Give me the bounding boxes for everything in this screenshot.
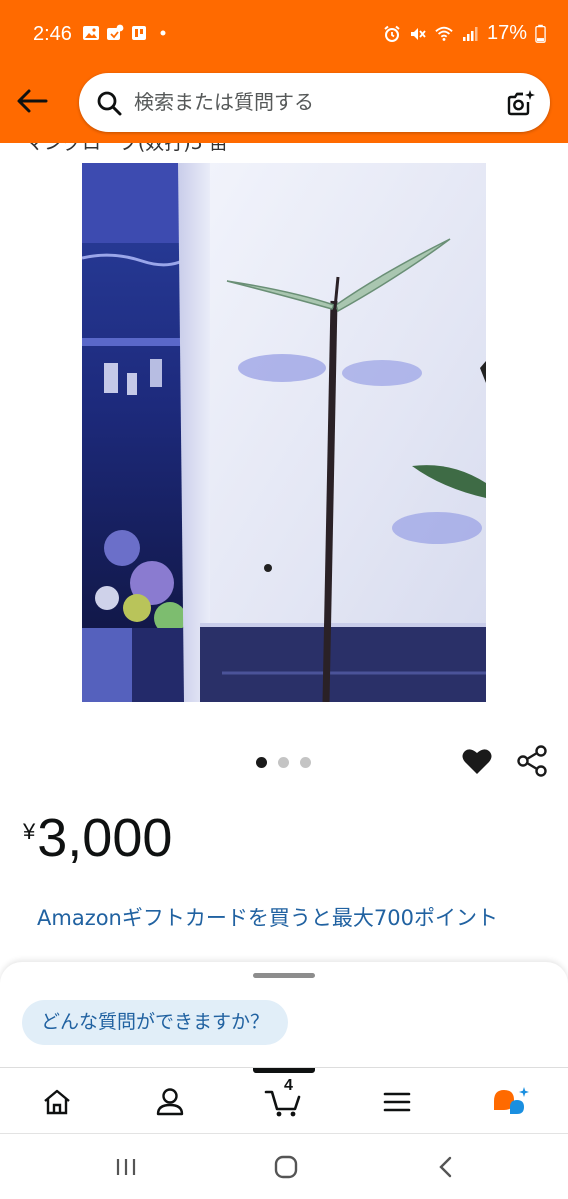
search-bar[interactable] — [79, 73, 550, 132]
carousel-dot[interactable] — [278, 757, 289, 768]
nav-account[interactable] — [113, 1068, 226, 1135]
wifi-icon — [435, 26, 453, 41]
notification-dot-icon — [160, 30, 166, 36]
status-notification-icons — [82, 24, 172, 42]
account-icon — [156, 1087, 183, 1115]
search-input[interactable] — [134, 87, 484, 117]
carousel-dot[interactable] — [300, 757, 311, 768]
status-system-icons: 17% — [383, 22, 546, 45]
gallery-icon — [83, 26, 99, 40]
system-navigation-bar — [0, 1134, 568, 1199]
rufus-icon — [493, 1086, 529, 1114]
carousel-dot[interactable] — [256, 757, 267, 768]
home-icon — [43, 1089, 70, 1114]
menu-icon — [383, 1092, 410, 1111]
nav-home[interactable] — [0, 1068, 113, 1135]
app-icon — [107, 24, 124, 40]
gift-card-promo-link[interactable]: Amazonギフトカードを買うと最大700ポイント — [37, 903, 537, 934]
sheet-drag-handle[interactable] — [253, 973, 315, 978]
status-time: 2:46 — [33, 23, 72, 45]
mute-icon — [410, 27, 426, 40]
nav-rufus[interactable] — [454, 1068, 567, 1135]
app-header: 2:46 17% — [0, 0, 568, 143]
store-icon — [132, 26, 146, 40]
price: ¥ 3,000 — [23, 807, 172, 869]
back-button-icon[interactable] — [436, 1152, 456, 1182]
cart-count-badge: 4 — [284, 1077, 293, 1094]
product-image[interactable] — [82, 163, 486, 702]
battery-percentage: 17% — [486, 22, 527, 44]
signal-icon — [462, 26, 478, 41]
home-button-icon[interactable] — [273, 1152, 299, 1182]
rufus-suggestion-chip[interactable]: どんな質問ができますか？ — [22, 1000, 289, 1045]
rufus-bottom-sheet[interactable]: どんな質問ができますか？ — [0, 962, 568, 1070]
search-icon — [97, 91, 122, 116]
recent-apps-icon[interactable] — [114, 1152, 138, 1182]
image-carousel-dots[interactable] — [256, 757, 311, 768]
product-page: 2:46 17% マングローブ(奴打)5 苗 — [0, 0, 568, 1199]
heart-icon[interactable] — [461, 745, 493, 777]
alarm-icon — [384, 25, 400, 42]
share-icon[interactable] — [517, 745, 547, 777]
camera-search-icon[interactable] — [506, 88, 536, 118]
status-bar: 2:46 17% — [0, 0, 568, 70]
price-currency-symbol: ¥ — [23, 819, 36, 844]
back-arrow-icon[interactable] — [14, 86, 50, 116]
nav-menu[interactable] — [340, 1068, 453, 1135]
price-amount: 3,000 — [37, 808, 173, 868]
battery-icon — [535, 24, 546, 43]
